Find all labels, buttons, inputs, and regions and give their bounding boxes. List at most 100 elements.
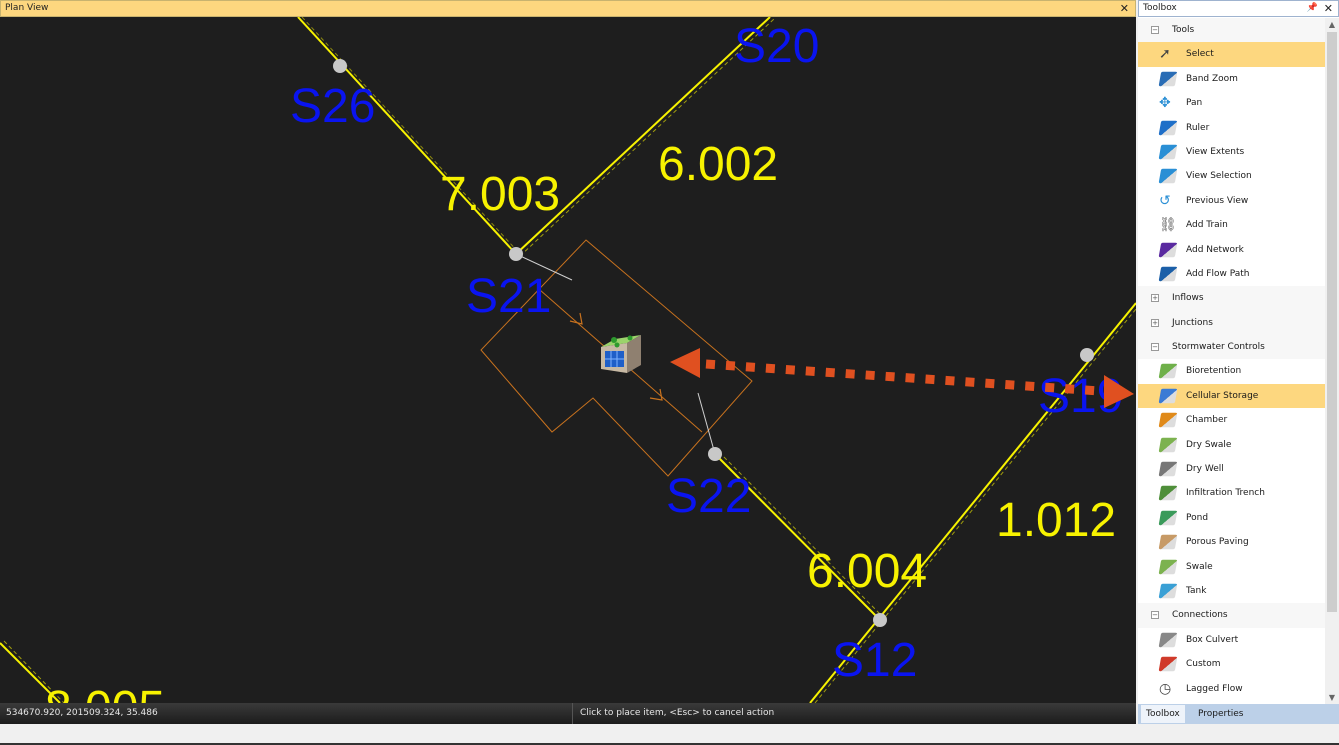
toolbox-item-view-extents[interactable]: View Extents xyxy=(1138,140,1326,164)
scroll-up-icon[interactable]: ▲ xyxy=(1325,20,1339,29)
previous-view-icon: ↺ xyxy=(1159,192,1171,209)
node-s26[interactable] xyxy=(333,59,347,73)
toolbox-title: Toolbox xyxy=(1143,3,1177,13)
toolbox-item-label: Add Network xyxy=(1186,244,1244,255)
status-bar: 534670.920, 201509.324, 35.486 Click to … xyxy=(0,703,1136,724)
toolbox-item-bioretention[interactable]: Bioretention xyxy=(1138,359,1326,383)
toolbox-item-label: Porous Paving xyxy=(1186,537,1249,548)
toolbox-item-pond[interactable]: Pond xyxy=(1138,506,1326,530)
node-label: S20 xyxy=(734,20,819,73)
toolbox-item-swale[interactable]: Swale xyxy=(1138,555,1326,579)
toolbox-item-label: Pond xyxy=(1186,512,1209,523)
toolbox-item-add-network[interactable]: Add Network xyxy=(1138,238,1326,262)
toolbox-item-pan[interactable]: ✥ Pan xyxy=(1138,91,1326,115)
toolbox-item-infiltration-trench[interactable]: Infiltration Trench xyxy=(1138,481,1326,505)
toolbox-item-label: Previous View xyxy=(1186,195,1249,206)
toolbox-item-select[interactable]: ➚ Select xyxy=(1138,42,1326,67)
close-icon[interactable]: ✕ xyxy=(1120,1,1129,16)
pipe-label: 8.005 xyxy=(45,682,165,703)
toolbox-item-chamber[interactable]: Chamber xyxy=(1138,408,1326,432)
toolbox-group-label: Connections xyxy=(1172,610,1228,621)
toolbox-header: Toolbox 📌 ✕ xyxy=(1138,0,1339,17)
toolbox-item-dry-swale[interactable]: Dry Swale xyxy=(1138,433,1326,457)
node-label: S22 xyxy=(666,470,751,523)
node-s22[interactable] xyxy=(708,447,722,461)
toolbox-group-stormwater-controls[interactable]: − Stormwater Controls xyxy=(1138,335,1326,360)
pipe-label: 6.004 xyxy=(807,545,927,598)
toolbox-scrollbar[interactable]: ▲ ▼ xyxy=(1325,18,1339,704)
toolbox-item-add-train[interactable]: ⛓ Add Train xyxy=(1138,213,1326,237)
collapse-icon[interactable]: − xyxy=(1151,343,1159,352)
toolbox-item-label: View Selection xyxy=(1186,171,1252,182)
chamber-icon xyxy=(1158,413,1178,428)
pipes xyxy=(0,17,1136,703)
pin-icon[interactable]: 📌 xyxy=(1307,1,1318,16)
tank-icon xyxy=(1158,583,1178,599)
plan-view-header: Plan View ✕ xyxy=(0,0,1136,17)
network-icon xyxy=(1158,242,1178,257)
porous-paving-icon xyxy=(1158,535,1178,550)
map-canvas[interactable]: S26 S20 S21 S22 S19 S12 7.003 6.002 1.01… xyxy=(0,17,1136,703)
pond-icon xyxy=(1158,510,1178,526)
node-s19[interactable] xyxy=(1080,348,1094,362)
scroll-down-icon[interactable]: ▼ xyxy=(1325,693,1339,702)
toolbox-item-box-culvert[interactable]: Box Culvert xyxy=(1138,628,1326,652)
toolbox-item-previous-view[interactable]: ↺ Previous View xyxy=(1138,189,1326,213)
dry-well-icon xyxy=(1158,461,1178,477)
cellular-storage-icon[interactable] xyxy=(601,335,641,373)
tab-properties[interactable]: Properties xyxy=(1193,705,1248,723)
expand-icon[interactable]: + xyxy=(1151,294,1159,303)
toolbox-item-porous-paving[interactable]: Porous Paving xyxy=(1138,530,1326,554)
toolbox-group-connections[interactable]: − Connections xyxy=(1138,603,1326,628)
infiltration-trench-icon xyxy=(1158,486,1178,501)
view-extents-icon xyxy=(1158,144,1178,160)
scrollbar-thumb[interactable] xyxy=(1327,32,1337,612)
toolbox-item-lagged-flow[interactable]: ◷ Lagged Flow xyxy=(1138,677,1326,701)
flow-path-icon xyxy=(1158,266,1178,282)
expand-icon[interactable]: + xyxy=(1151,318,1159,327)
toolbox-item-label: View Extents xyxy=(1186,146,1245,157)
plan-view-panel: Plan View ✕ S26 S20 S21 S22 S19 S12 7.00… xyxy=(0,0,1136,724)
ruler-icon xyxy=(1158,120,1178,135)
node-label: S12 xyxy=(832,634,917,687)
close-icon[interactable]: ✕ xyxy=(1324,1,1333,16)
toolbox-item-custom[interactable]: Custom xyxy=(1138,652,1326,676)
tab-toolbox[interactable]: Toolbox xyxy=(1141,705,1185,723)
toolbox-group-junctions[interactable]: + Junctions xyxy=(1138,310,1326,336)
swale-icon xyxy=(1158,559,1178,574)
custom-icon xyxy=(1158,656,1178,672)
toolbox-item-cellular-storage[interactable]: Cellular Storage xyxy=(1138,383,1326,409)
toolbox-panel: Toolbox 📌 ✕ − Tools ➚ Select Band Zoom ✥ Pan Ru… xyxy=(1138,0,1339,724)
toolbox-item-label: Chamber xyxy=(1186,415,1228,426)
node-s12[interactable] xyxy=(873,613,887,627)
cursor-coordinates: 534670.920, 201509.324, 35.486 xyxy=(6,708,158,718)
bottom-strip xyxy=(0,724,1339,745)
toolbox-item-label: Band Zoom xyxy=(1186,73,1238,84)
toolbox-item-label: Pan xyxy=(1186,98,1203,109)
toolbox-item-label: Dry Swale xyxy=(1186,439,1232,450)
cellular-storage-icon xyxy=(1158,388,1178,404)
toolbox-item-add-flow-path[interactable]: Add Flow Path xyxy=(1138,262,1326,286)
toolbox-group-inflows[interactable]: + Inflows xyxy=(1138,286,1326,311)
cursor-icon: ➚ xyxy=(1159,46,1171,63)
toolbox-item-tank[interactable]: Tank xyxy=(1138,579,1326,603)
toolbox-group-tools[interactable]: − Tools xyxy=(1138,18,1326,43)
map-drawing[interactable]: S26 S20 S21 S22 S19 S12 7.003 6.002 1.01… xyxy=(0,17,1136,703)
node-label: S21 xyxy=(466,270,551,323)
toolbox-item-view-selection[interactable]: View Selection xyxy=(1138,164,1326,188)
pipe-label: 6.002 xyxy=(658,138,778,191)
toolbox-item-dry-well[interactable]: Dry Well xyxy=(1138,457,1326,481)
collapse-icon[interactable]: − xyxy=(1151,611,1159,620)
toolbox-item-band-zoom[interactable]: Band Zoom xyxy=(1138,67,1326,91)
toolbox-item-label: Ruler xyxy=(1186,122,1210,133)
node-s21[interactable] xyxy=(509,247,523,261)
toolbox-item-label: Infiltration Trench xyxy=(1186,488,1265,499)
status-divider xyxy=(572,703,573,724)
plan-view-title: Plan View xyxy=(5,3,49,13)
pan-icon: ✥ xyxy=(1159,95,1171,112)
toolbox-item-label: Swale xyxy=(1186,561,1213,572)
toolbox-group-label: Tools xyxy=(1172,25,1195,35)
toolbox-item-label: Custom xyxy=(1186,659,1221,670)
toolbox-item-ruler[interactable]: Ruler xyxy=(1138,116,1326,140)
collapse-icon[interactable]: − xyxy=(1151,26,1159,34)
